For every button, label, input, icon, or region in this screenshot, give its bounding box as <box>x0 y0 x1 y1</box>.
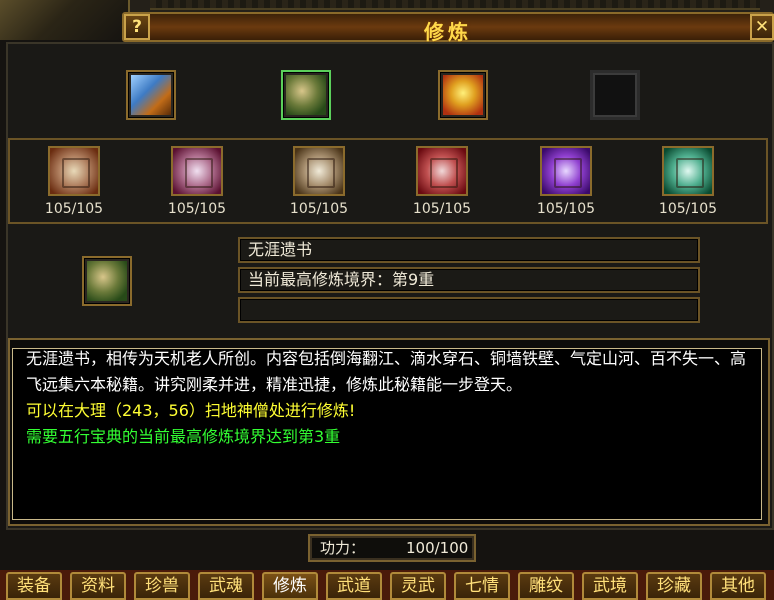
slot-scroll-bundle[interactable] <box>281 70 331 120</box>
gongli-value: 100/100 <box>406 539 469 557</box>
tab-wuhun[interactable]: 武魂 <box>198 572 254 600</box>
tab-diaowen[interactable]: 雕纹 <box>518 572 574 600</box>
top-rail <box>150 0 760 10</box>
top-left-ornament <box>0 0 130 40</box>
tab-other[interactable]: 其他 <box>710 572 766 600</box>
skill-count-3: 105/105 <box>289 201 349 217</box>
tab-lingwu[interactable]: 灵武 <box>390 572 446 600</box>
description-text: 无涯遗书，相传为天机老人所创。内容包括倒海翻江、滴水穿石、铜墙铁壁、气定山河、百… <box>26 349 747 394</box>
requirement-text: 需要五行宝典的当前最高修炼境界达到第3重 <box>26 427 341 446</box>
skill-count-4: 105/105 <box>412 201 472 217</box>
slot-book[interactable] <box>126 70 176 120</box>
tab-wujing[interactable]: 武境 <box>582 572 638 600</box>
window-title: 修炼 <box>424 20 472 44</box>
item-name: 无涯遗书 <box>238 237 700 263</box>
tab-pets[interactable]: 珍兽 <box>134 572 190 600</box>
skill-scroll-6-icon[interactable] <box>662 146 714 196</box>
tab-equipment[interactable]: 装备 <box>6 572 62 600</box>
tab-qiqing[interactable]: 七情 <box>454 572 510 600</box>
skill-scroll-2-icon[interactable] <box>171 146 223 196</box>
gongli-box: 功力： 100/100 <box>308 534 476 562</box>
book-icon <box>131 75 171 115</box>
scroll-bundle-icon <box>286 75 326 115</box>
skill-scroll-1-icon[interactable] <box>48 146 100 196</box>
skill-count-5: 105/105 <box>536 201 596 217</box>
skill-scroll-4-icon[interactable] <box>416 146 468 196</box>
item-level: 当前最高修炼境界：第9重 <box>238 267 700 293</box>
tab-collection[interactable]: 珍藏 <box>646 572 702 600</box>
scroll-bundle-icon <box>87 261 127 301</box>
help-button[interactable]: ? <box>124 14 150 40</box>
location-text: 可以在大理（243，56）扫地神僧处进行修炼! <box>26 401 356 420</box>
skill-count-6: 105/105 <box>658 201 718 217</box>
slot-empty[interactable] <box>590 70 640 120</box>
title-bar[interactable]: 修炼 <box>122 12 774 44</box>
description-content: 无涯遗书，相传为天机老人所创。内容包括倒海翻江、滴水穿石、铜墙铁壁、气定山河、百… <box>26 346 748 450</box>
gongli-label: 功力： <box>320 539 366 557</box>
skill-scroll-3-icon[interactable] <box>293 146 345 196</box>
item-extra <box>238 297 700 323</box>
tab-profile[interactable]: 资料 <box>70 572 126 600</box>
skill-count-1: 105/105 <box>44 201 104 217</box>
slot-gold-treasure[interactable] <box>438 70 488 120</box>
skill-count-2: 105/105 <box>167 201 227 217</box>
tab-cultivation[interactable]: 修炼 <box>262 572 318 600</box>
skill-scroll-5-icon[interactable] <box>540 146 592 196</box>
selected-item-slot[interactable] <box>82 256 132 306</box>
gold-treasure-icon <box>443 75 483 115</box>
tab-wudao[interactable]: 武道 <box>326 572 382 600</box>
close-button[interactable]: ✕ <box>750 14 774 40</box>
